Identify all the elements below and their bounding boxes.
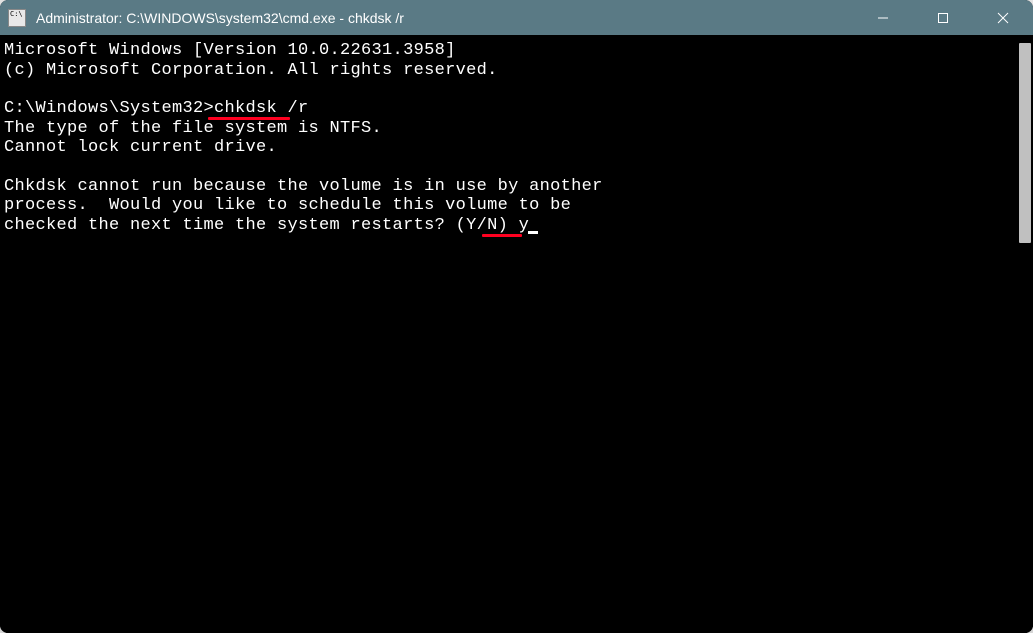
titlebar[interactable]: Administrator: C:\WINDOWS\system32\cmd.e… xyxy=(0,0,1033,35)
window-controls xyxy=(853,0,1033,35)
close-button[interactable] xyxy=(973,0,1033,35)
output-line: Chkdsk cannot run because the volume is … xyxy=(4,177,1013,197)
blank-line xyxy=(4,158,1013,177)
prompt-line: C:\Windows\System32>chkdsk /r xyxy=(4,99,1013,119)
command-text: chkdsk /r xyxy=(214,99,309,118)
annotation-underline xyxy=(208,117,290,120)
cmd-icon xyxy=(8,9,26,27)
terminal-area[interactable]: Microsoft Windows [Version 10.0.22631.39… xyxy=(0,35,1033,633)
scrollbar-thumb[interactable] xyxy=(1019,43,1031,243)
blank-line xyxy=(4,80,1013,99)
terminal-content[interactable]: Microsoft Windows [Version 10.0.22631.39… xyxy=(0,35,1017,633)
minimize-icon xyxy=(877,12,889,24)
output-line: The type of the file system is NTFS. xyxy=(4,119,1013,139)
cmd-window: Administrator: C:\WINDOWS\system32\cmd.e… xyxy=(0,0,1033,633)
window-title: Administrator: C:\WINDOWS\system32\cmd.e… xyxy=(36,10,853,26)
minimize-button[interactable] xyxy=(853,0,913,35)
maximize-button[interactable] xyxy=(913,0,973,35)
output-line: (c) Microsoft Corporation. All rights re… xyxy=(4,61,1013,81)
scrollbar-track[interactable] xyxy=(1017,35,1033,633)
annotation-underline xyxy=(482,234,522,237)
cursor xyxy=(528,231,538,234)
prompt-text: C:\Windows\System32> xyxy=(4,99,214,118)
output-line: Microsoft Windows [Version 10.0.22631.39… xyxy=(4,41,1013,61)
close-icon xyxy=(997,12,1009,24)
output-line: Cannot lock current drive. xyxy=(4,138,1013,158)
output-line: process. Would you like to schedule this… xyxy=(4,196,1013,216)
output-text: checked the next time the system restart… xyxy=(4,216,519,235)
maximize-icon xyxy=(937,12,949,24)
response-line: checked the next time the system restart… xyxy=(4,216,1013,236)
